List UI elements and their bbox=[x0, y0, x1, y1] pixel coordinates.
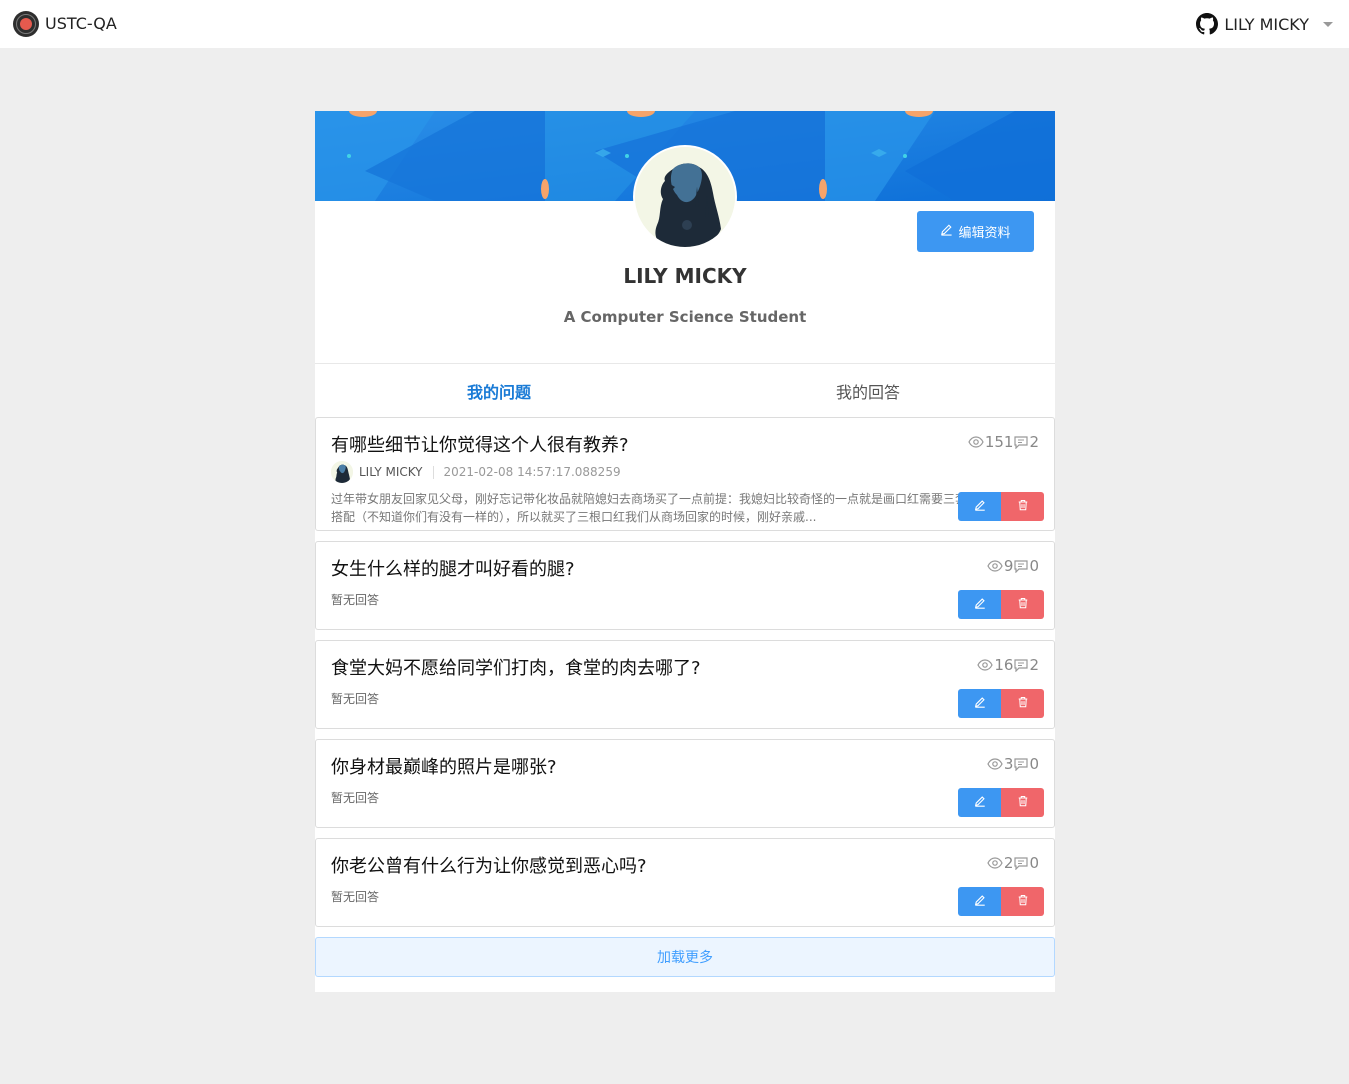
pencil-icon bbox=[974, 696, 986, 711]
question-title[interactable]: 女生什么样的腿才叫好看的腿? bbox=[331, 555, 575, 581]
comment-icon bbox=[1014, 658, 1029, 672]
edit-question-button[interactable] bbox=[958, 689, 1001, 718]
pencil-icon bbox=[974, 795, 986, 810]
trash-icon bbox=[1017, 696, 1029, 711]
question-actions bbox=[958, 887, 1044, 916]
no-answer-text: 暂无回答 bbox=[331, 692, 380, 706]
trash-icon bbox=[1017, 894, 1029, 909]
question-stats: 9 0 bbox=[987, 557, 1039, 575]
question-title[interactable]: 食堂大妈不愿给同学们打肉，食堂的肉去哪了? bbox=[331, 654, 701, 680]
question-actions bbox=[958, 492, 1044, 521]
view-count: 9 bbox=[1003, 557, 1014, 575]
delete-question-button[interactable] bbox=[1001, 590, 1044, 619]
tab-my-answers[interactable]: 我的回答 bbox=[836, 379, 900, 403]
eye-icon bbox=[987, 857, 1003, 869]
view-count: 2 bbox=[1003, 854, 1014, 872]
comment-icon bbox=[1014, 757, 1029, 771]
app-brand-name[interactable]: USTC-QA bbox=[45, 14, 117, 33]
edit-question-button[interactable] bbox=[958, 887, 1001, 916]
delete-question-button[interactable] bbox=[1001, 689, 1044, 718]
author-avatar bbox=[331, 461, 353, 483]
chevron-down-icon bbox=[1323, 21, 1333, 27]
answer-count: 0 bbox=[1029, 557, 1039, 575]
app-logo-icon[interactable] bbox=[13, 11, 39, 37]
pencil-icon bbox=[974, 499, 986, 514]
profile-card: 编辑资料 LILY MICKY A Computer Science Stude… bbox=[315, 111, 1055, 992]
edit-question-button[interactable] bbox=[958, 492, 1001, 521]
eye-icon bbox=[987, 758, 1003, 770]
comment-icon bbox=[1014, 435, 1029, 449]
no-answer-text: 暂无回答 bbox=[331, 593, 380, 607]
delete-question-button[interactable] bbox=[1001, 887, 1044, 916]
question-stats: 3 0 bbox=[987, 755, 1039, 773]
tab-my-questions[interactable]: 我的问题 bbox=[467, 379, 531, 403]
question-title[interactable]: 你身材最巅峰的照片是哪张? bbox=[331, 753, 557, 779]
eye-icon bbox=[977, 659, 994, 671]
view-count: 16 bbox=[994, 656, 1014, 674]
eye-icon bbox=[987, 560, 1003, 572]
author-name[interactable]: LILY MICKY bbox=[359, 465, 423, 479]
no-answer-text: 暂无回答 bbox=[331, 791, 380, 805]
question-actions bbox=[958, 788, 1044, 817]
edit-profile-button[interactable]: 编辑资料 bbox=[917, 211, 1034, 252]
question-item: 有哪些细节让你觉得这个人很有教养? 151 2 LILY MICKY 2021-… bbox=[315, 417, 1055, 531]
question-item: 食堂大妈不愿给同学们打肉，食堂的肉去哪了? 16 2 暂无回答 bbox=[315, 640, 1055, 729]
user-menu-dropdown[interactable]: LILY MICKY bbox=[1196, 12, 1333, 36]
answer-count: 0 bbox=[1029, 854, 1039, 872]
question-title[interactable]: 你老公曾有什么行为让你感觉到恶心吗? bbox=[331, 852, 647, 878]
answer-count: 2 bbox=[1029, 433, 1039, 451]
profile-avatar bbox=[633, 145, 737, 249]
question-item: 你身材最巅峰的照片是哪张? 3 0 暂无回答 bbox=[315, 739, 1055, 828]
edit-question-button[interactable] bbox=[958, 590, 1001, 619]
question-stats: 151 2 bbox=[968, 433, 1039, 451]
profile-bio: A Computer Science Student bbox=[563, 308, 807, 326]
question-time: 2021-02-08 14:57:17.088259 bbox=[443, 465, 621, 479]
answer-excerpt[interactable]: 过年带女朋友回家见父母，刚好忘记带化妆品就陪媳妇去商场买了一点前提：我媳妇比较奇… bbox=[331, 490, 971, 526]
divider bbox=[432, 465, 434, 479]
top-nav-bar: USTC-QA LILY MICKY bbox=[0, 0, 1349, 48]
eye-icon bbox=[968, 436, 984, 448]
load-more-button[interactable]: 加载更多 bbox=[315, 937, 1055, 977]
profile-name: LILY MICKY bbox=[623, 264, 747, 288]
header-user-name: LILY MICKY bbox=[1224, 14, 1309, 34]
question-actions bbox=[958, 590, 1044, 619]
question-item: 女生什么样的腿才叫好看的腿? 9 0 暂无回答 bbox=[315, 541, 1055, 630]
view-count: 3 bbox=[1003, 755, 1014, 773]
no-answer-text: 暂无回答 bbox=[331, 890, 380, 904]
edit-question-button[interactable] bbox=[958, 788, 1001, 817]
answer-count: 0 bbox=[1029, 755, 1039, 773]
delete-question-button[interactable] bbox=[1001, 492, 1044, 521]
github-icon bbox=[1196, 13, 1219, 35]
question-item: 你老公曾有什么行为让你感觉到恶心吗? 2 0 暂无回答 bbox=[315, 838, 1055, 927]
pencil-icon bbox=[974, 597, 986, 612]
delete-question-button[interactable] bbox=[1001, 788, 1044, 817]
question-title[interactable]: 有哪些细节让你觉得这个人很有教养? bbox=[331, 431, 629, 457]
question-stats: 2 0 bbox=[987, 854, 1039, 872]
view-count: 151 bbox=[984, 433, 1014, 451]
edit-profile-label: 编辑资料 bbox=[958, 226, 1011, 241]
trash-icon bbox=[1017, 597, 1029, 612]
pencil-icon bbox=[940, 223, 953, 240]
question-actions bbox=[958, 689, 1044, 718]
question-author: LILY MICKY 2021-02-08 14:57:17.088259 bbox=[331, 461, 621, 483]
question-stats: 16 2 bbox=[977, 656, 1039, 674]
tabs-divider bbox=[315, 363, 1055, 364]
comment-icon bbox=[1014, 856, 1029, 870]
answer-count: 2 bbox=[1029, 656, 1039, 674]
trash-icon bbox=[1017, 499, 1029, 514]
trash-icon bbox=[1017, 795, 1029, 810]
pencil-icon bbox=[974, 894, 986, 909]
comment-icon bbox=[1014, 559, 1029, 573]
